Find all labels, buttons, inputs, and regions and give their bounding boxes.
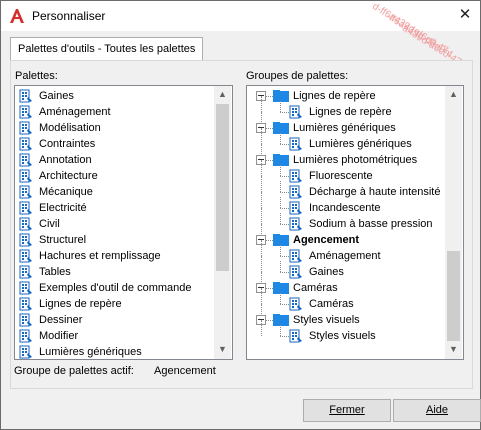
palette-child-node[interactable]: Lignes de repère xyxy=(309,104,392,120)
palette-list-item[interactable]: Gaines xyxy=(39,88,74,104)
palettes-list[interactable]: ▲ ▼ Gaines Aménagement Modélisation Contrai… xyxy=(14,85,233,360)
palette-child-node[interactable]: Décharge à haute intensité xyxy=(309,184,440,200)
palette-group-folder-icon xyxy=(273,314,289,326)
close-icon[interactable]: ✕ xyxy=(457,7,473,23)
palettes-label: Palettes: xyxy=(15,70,58,82)
tool-palette-icon xyxy=(19,185,32,199)
tool-palette-icon xyxy=(19,281,32,295)
scroll-down-icon[interactable]: ▼ xyxy=(214,341,231,358)
palette-list-item[interactable]: Hachures et remplissage xyxy=(39,248,161,264)
palette-groups-label: Groupes de palettes: xyxy=(246,70,349,82)
tool-palette-icon xyxy=(19,313,32,327)
tool-palette-icon xyxy=(289,297,302,311)
scroll-down-icon[interactable]: ▼ xyxy=(445,341,462,358)
tool-palette-icon xyxy=(19,89,32,103)
close-button[interactable]: Fermer xyxy=(303,399,391,422)
palette-group-node[interactable]: Styles visuels xyxy=(293,312,360,328)
palette-list-item[interactable]: Modifier xyxy=(39,328,78,344)
active-group-label: Groupe de palettes actif: xyxy=(14,365,134,377)
palette-child-node[interactable]: Styles visuels xyxy=(309,328,376,344)
palette-list-item[interactable]: Tables xyxy=(39,264,71,280)
palette-list-item[interactable]: Dessiner xyxy=(39,312,82,328)
palette-group-folder-icon xyxy=(273,90,289,102)
tool-palette-icon xyxy=(19,329,32,343)
window-title: Personnaliser xyxy=(32,9,106,23)
tool-palette-icon xyxy=(19,153,32,167)
palette-group-node[interactable]: Caméras xyxy=(293,280,338,296)
tool-palette-icon xyxy=(19,121,32,135)
palette-group-folder-icon xyxy=(273,154,289,166)
tool-palette-icon xyxy=(289,201,302,215)
palette-list-item[interactable]: Modélisation xyxy=(39,120,101,136)
tool-palette-icon xyxy=(19,137,32,151)
tool-palette-icon xyxy=(19,217,32,231)
palette-child-node[interactable]: Aménagement xyxy=(309,248,381,264)
palette-group-folder-icon xyxy=(273,234,289,246)
palette-child-node[interactable]: Fluorescente xyxy=(309,168,373,184)
palette-child-node[interactable]: Sodium à basse pression xyxy=(309,216,433,232)
palette-child-node[interactable]: Incandescente xyxy=(309,200,381,216)
palette-list-item[interactable]: Lumières génériques xyxy=(39,344,142,359)
palette-list-item[interactable]: Exemples d'outil de commande xyxy=(39,280,192,296)
tool-palette-icon xyxy=(19,201,32,215)
scroll-up-icon[interactable]: ▲ xyxy=(445,86,462,103)
palette-list-item[interactable]: Architecture xyxy=(39,168,98,184)
tab-strip: Palettes d'outils - Toutes les palettes xyxy=(10,37,471,61)
palette-list-item[interactable]: Aménagement xyxy=(39,104,111,120)
tool-palette-icon xyxy=(19,249,32,263)
tool-palette-icon xyxy=(289,217,302,231)
tool-palette-icon xyxy=(289,105,302,119)
scroll-up-icon[interactable]: ▲ xyxy=(214,86,231,103)
palette-list-item[interactable]: Annotation xyxy=(39,152,92,168)
tool-palette-icon xyxy=(289,137,302,151)
tool-palette-icon xyxy=(289,169,302,183)
palette-child-node[interactable]: Caméras xyxy=(309,296,354,312)
tool-palette-icon xyxy=(289,329,302,343)
tool-palette-icon xyxy=(19,345,32,359)
palette-group-node[interactable]: Agencement xyxy=(293,232,359,248)
tool-palette-icon xyxy=(19,233,32,247)
palette-group-folder-icon xyxy=(273,282,289,294)
customize-dialog: Personnaliser d-ff6a439d-d6c0-47 -ff6a43… xyxy=(0,0,481,430)
palette-groups-tree[interactable]: ▲ ▼ Lignes de repère Lignes de repère Lumi… xyxy=(246,85,464,360)
palette-list-item[interactable]: Lignes de repère xyxy=(39,296,122,312)
palette-list-item[interactable]: Contraintes xyxy=(39,136,95,152)
palette-group-node[interactable]: Lumières génériques xyxy=(293,120,396,136)
groups-scrollbar[interactable]: ▲ ▼ xyxy=(445,86,462,359)
palette-list-item[interactable]: Mécanique xyxy=(39,184,93,200)
title-bar: Personnaliser d-ff6a439d-d6c0-47 -ff6a43… xyxy=(1,1,480,71)
help-button[interactable]: Aide xyxy=(393,399,481,422)
scroll-thumb[interactable] xyxy=(216,104,229,271)
palette-group-node[interactable]: Lumières photométriques xyxy=(293,152,417,168)
palette-child-node[interactable]: Lumières génériques xyxy=(309,136,412,152)
tool-palette-icon xyxy=(19,105,32,119)
palette-list-item[interactable]: Structurel xyxy=(39,232,86,248)
tool-palette-icon xyxy=(289,265,302,279)
palette-child-node[interactable]: Gaines xyxy=(309,264,344,280)
palette-group-node[interactable]: Lignes de repère xyxy=(293,88,376,104)
palette-group-folder-icon xyxy=(273,122,289,134)
tab-all-palettes[interactable]: Palettes d'outils - Toutes les palettes xyxy=(10,37,204,60)
palettes-scrollbar[interactable]: ▲ ▼ xyxy=(214,86,231,359)
autocad-logo-icon xyxy=(10,9,24,23)
tool-palette-icon xyxy=(19,265,32,279)
tool-palette-icon xyxy=(289,249,302,263)
palette-list-item[interactable]: Civil xyxy=(39,216,60,232)
tool-palette-icon xyxy=(19,169,32,183)
tool-palette-icon xyxy=(289,185,302,199)
scroll-thumb[interactable] xyxy=(447,251,460,341)
tool-palette-icon xyxy=(19,297,32,311)
active-group-value: Agencement xyxy=(154,365,216,377)
palette-list-item[interactable]: Electricité xyxy=(39,200,87,216)
